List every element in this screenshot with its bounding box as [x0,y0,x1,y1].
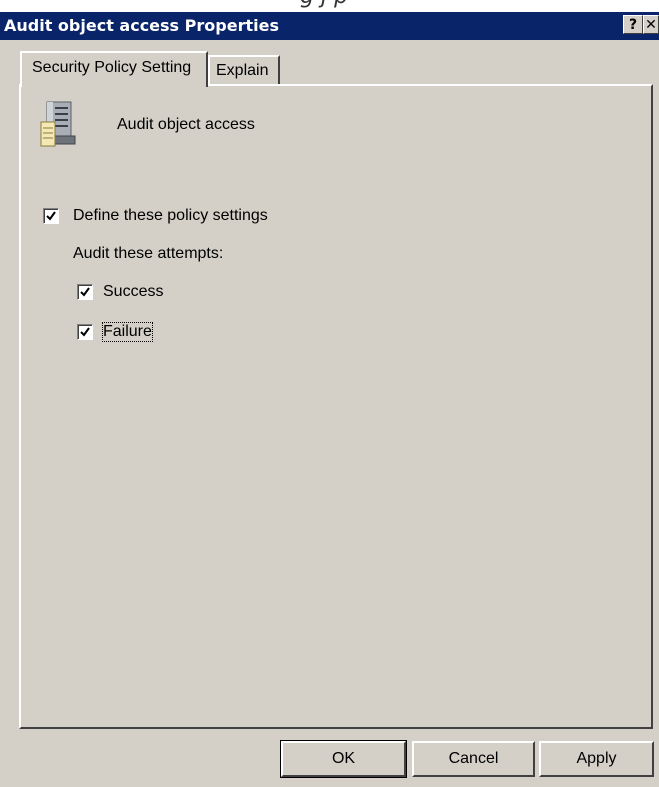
checkmark-icon [80,327,90,337]
audit-attempts-label: Audit these attempts: [73,245,224,262]
define-policy-label[interactable]: Define these policy settings [73,207,268,225]
background-window-partial: g j p [0,0,659,12]
failure-label[interactable]: Failure [102,322,153,342]
tab-panel: Audit object access Define these policy … [19,84,653,729]
help-button[interactable]: ? [623,15,643,34]
server-policy-icon [39,100,79,150]
tab-explain[interactable]: Explain [208,55,280,86]
tab-label: Explain [216,62,269,79]
success-label[interactable]: Success [103,283,163,301]
ok-button[interactable]: OK [280,740,407,778]
title-bar: Audit object access Properties ? ✕ [0,12,659,40]
failure-checkbox[interactable] [77,324,93,340]
tab-security-policy-setting[interactable]: Security Policy Setting [20,51,208,87]
checkmark-icon [46,211,56,221]
success-checkbox[interactable] [77,284,93,300]
apply-button[interactable]: Apply [539,741,654,777]
policy-name: Audit object access [117,116,255,133]
cancel-button[interactable]: Cancel [412,741,535,777]
properties-dialog: Audit object access Properties ? ✕ Secur… [0,12,659,787]
dialog-title: Audit object access Properties [4,16,279,35]
define-policy-checkbox[interactable] [43,208,59,224]
checkmark-icon [80,287,90,297]
close-button[interactable]: ✕ [643,15,659,34]
tab-label: Security Policy Setting [32,59,192,76]
